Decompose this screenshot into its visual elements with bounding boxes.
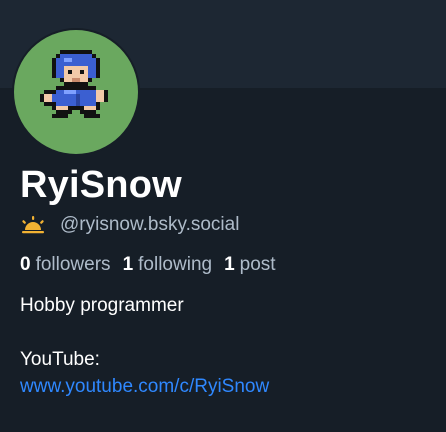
- following-count: 1: [122, 254, 134, 275]
- handle[interactable]: @ryisnow.bsky.social: [60, 214, 239, 236]
- posts-stat: 1 post: [224, 254, 276, 276]
- handle-row: @ryisnow.bsky.social: [20, 212, 239, 238]
- bio: Hobby programmer YouTube: www.youtube.co…: [20, 292, 269, 400]
- bio-spacer: [20, 319, 269, 346]
- followers-label: followers: [35, 254, 111, 275]
- followers-link[interactable]: 0 followers: [20, 254, 111, 276]
- sun-icon: [22, 216, 44, 234]
- bio-line: Hobby programmer: [20, 295, 184, 316]
- bio-line: YouTube:: [20, 349, 100, 370]
- posts-count: 1: [224, 254, 235, 275]
- pixel-character-icon: [40, 50, 108, 118]
- display-name: RyiSnow: [20, 164, 182, 206]
- avatar[interactable]: [14, 30, 138, 154]
- profile-stats: 0 followers 1 following 1 post: [20, 252, 288, 278]
- following-link[interactable]: 1 following: [123, 254, 213, 276]
- posts-label: post: [239, 254, 276, 275]
- profile-card: RyiSnow @ryisnow.bsky.social 0 followers …: [0, 0, 446, 432]
- followers-count: 0: [20, 254, 31, 275]
- following-label: following: [138, 254, 213, 275]
- youtube-link[interactable]: www.youtube.com/c/RyiSnow: [20, 376, 269, 397]
